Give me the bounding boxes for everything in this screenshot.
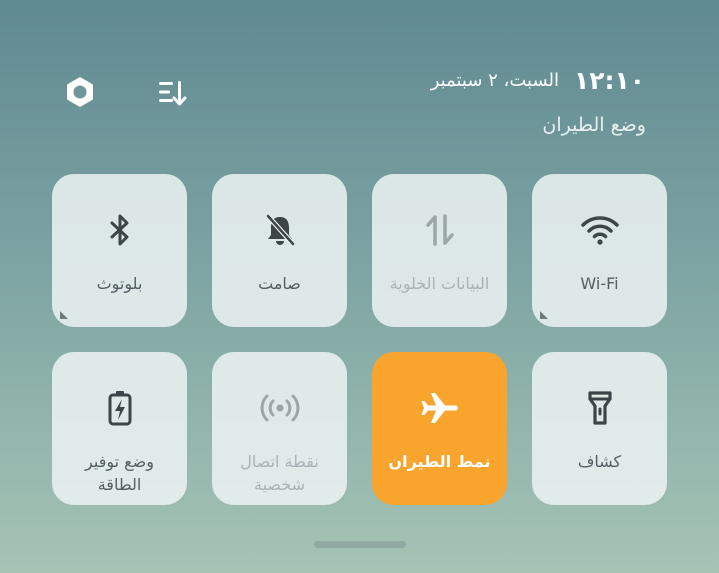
hotspot-icon — [260, 394, 299, 422]
tile-battery-saver[interactable]: وضع توفير الطاقة — [52, 352, 187, 505]
mobile-data-icon — [425, 214, 454, 246]
clock-time: ١٢:١٠ — [573, 66, 645, 95]
date-text: السبت، ٢ سبتمبر — [430, 70, 559, 91]
tile-label: نقطة اتصال شخصية — [216, 450, 343, 496]
tile-label: بلوتوث — [96, 274, 143, 293]
settings-button[interactable] — [60, 72, 100, 112]
tile-label: كشاف — [577, 452, 622, 471]
tile-label-line2: شخصية — [253, 475, 305, 494]
mode-status: وضع الطيران — [542, 114, 646, 136]
airplane-icon — [421, 393, 458, 423]
tile-mobile-data[interactable]: البيانات الخلوية — [372, 174, 507, 327]
tile-label-line2: الطاقة — [97, 475, 142, 494]
tile-label: نمط الطيران — [388, 452, 491, 471]
bell-muted-icon — [265, 214, 295, 246]
tile-bluetooth[interactable]: بلوتوث — [52, 174, 187, 327]
tile-hotspot[interactable]: نقطة اتصال شخصية — [212, 352, 347, 505]
tile-label-line1: نقطة اتصال — [240, 452, 319, 471]
tile-flashlight[interactable]: كشاف — [532, 352, 667, 505]
sort-button[interactable] — [151, 72, 191, 112]
wifi-icon — [580, 216, 619, 245]
tile-label: Wi-Fi — [580, 274, 619, 293]
submenu-indicator — [60, 311, 68, 319]
bluetooth-icon — [110, 214, 128, 246]
flashlight-icon — [587, 391, 612, 425]
submenu-indicator — [540, 311, 548, 319]
tile-label-line1: وضع توفير — [85, 452, 154, 471]
tile-label: البيانات الخلوية — [389, 274, 490, 293]
drag-handle[interactable] — [314, 541, 406, 548]
settings-gear-icon — [67, 77, 93, 107]
tile-wifi[interactable]: Wi-Fi — [532, 174, 667, 327]
tile-label: وضع توفير الطاقة — [56, 450, 183, 496]
battery-saver-icon — [108, 391, 131, 426]
tile-silent[interactable]: صامت — [212, 174, 347, 327]
tile-label: صامت — [258, 274, 301, 293]
tile-airplane-mode[interactable]: نمط الطيران — [372, 352, 507, 505]
sort-edit-icon — [159, 81, 187, 106]
